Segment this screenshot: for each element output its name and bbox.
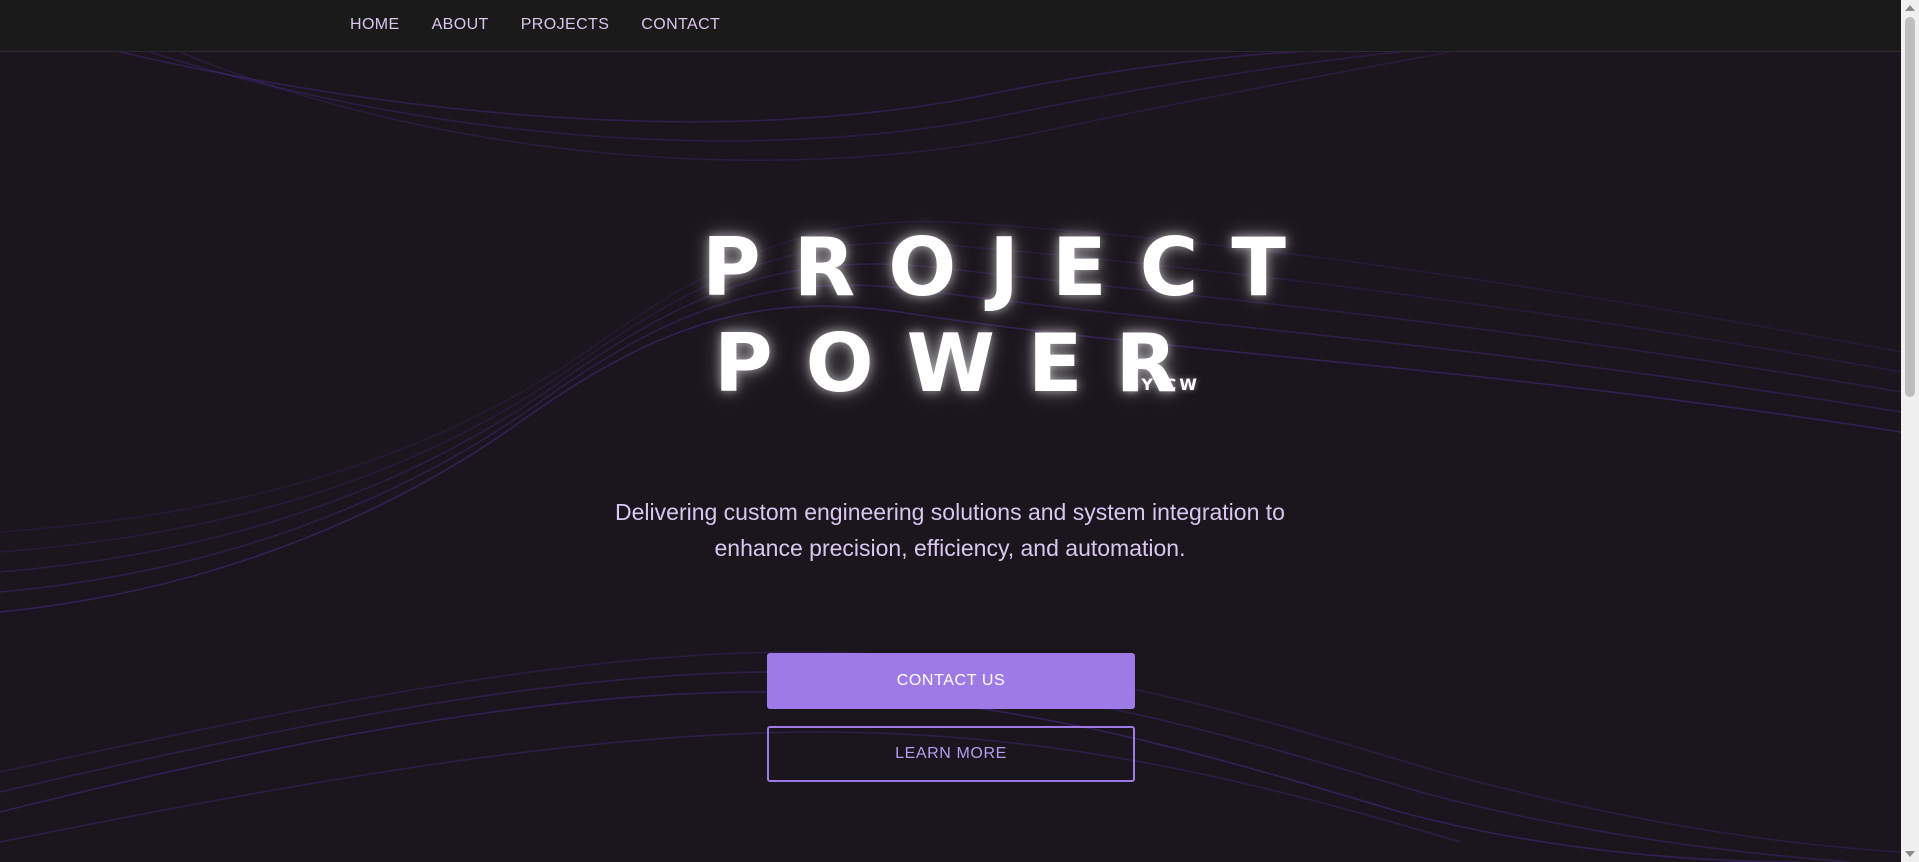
hero-section: PROJECT POWER BY CW Delivering custom en… bbox=[0, 52, 1901, 862]
contact-us-button[interactable]: CONTACT US bbox=[767, 653, 1135, 709]
scroll-up-arrow-icon[interactable] bbox=[1905, 5, 1915, 11]
nav-link-projects[interactable]: PROJECTS bbox=[521, 16, 610, 34]
nav-links: HOME ABOUT PROJECTS CONTACT bbox=[350, 16, 720, 34]
page: HOME ABOUT PROJECTS CONTACT PROJECT POWE… bbox=[0, 0, 1919, 862]
learn-more-button[interactable]: LEARN MORE bbox=[767, 726, 1135, 782]
top-navbar: HOME ABOUT PROJECTS CONTACT bbox=[0, 0, 1901, 52]
scrollbar-thumb[interactable] bbox=[1905, 17, 1915, 397]
hero-byline: BY CW bbox=[1127, 375, 1200, 394]
vertical-scrollbar[interactable] bbox=[1901, 0, 1919, 862]
nav-link-home[interactable]: HOME bbox=[350, 16, 400, 34]
hero-tagline-line-2: enhance precision, efficiency, and autom… bbox=[714, 535, 1186, 561]
scroll-down-arrow-icon[interactable] bbox=[1905, 851, 1915, 857]
hero-tagline: Delivering custom engineering solutions … bbox=[560, 494, 1340, 566]
nav-link-about[interactable]: ABOUT bbox=[432, 16, 489, 34]
hero-tagline-line-1: Delivering custom engineering solutions … bbox=[615, 499, 1285, 525]
hero-title-line-1: PROJECT bbox=[702, 221, 1319, 314]
nav-link-contact[interactable]: CONTACT bbox=[641, 16, 720, 34]
